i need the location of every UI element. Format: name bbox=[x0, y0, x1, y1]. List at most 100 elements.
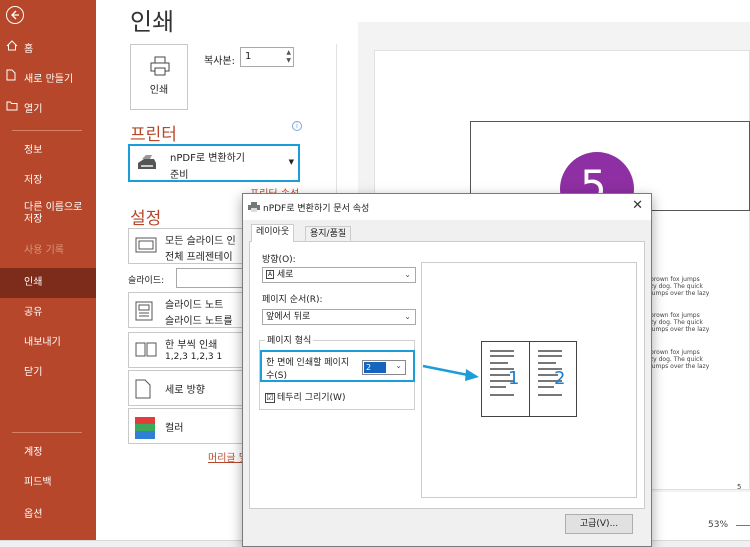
page-title: 인쇄 bbox=[130, 8, 175, 36]
sidebar-item-history: 사용 기록 bbox=[0, 238, 96, 264]
document-properties-dialog: nPDF로 변환하기 문서 속성 ✕ 레이아웃 용지/품질 방향(O): A 세… bbox=[242, 193, 652, 547]
orientation-label: 방향(O): bbox=[262, 255, 296, 265]
preview-page-1: 1 bbox=[508, 368, 520, 389]
home-icon bbox=[6, 36, 18, 62]
preview-line bbox=[538, 355, 562, 357]
two-up-preview-icon: 1 2 bbox=[481, 341, 577, 417]
preview-page-2: 2 bbox=[554, 368, 566, 389]
dialog-titlebar: nPDF로 변환하기 문서 속성 ✕ bbox=[243, 194, 651, 220]
sidebar-item-export[interactable]: 내보내기 bbox=[0, 330, 96, 356]
setting-line1: 모든 슬라이드 인 bbox=[165, 236, 236, 247]
printer-name: nPDF로 변환하기 bbox=[170, 153, 245, 164]
advanced-button[interactable]: 고급(V)... bbox=[565, 514, 633, 534]
orientation-value: 세로 bbox=[276, 270, 294, 280]
dialog-title: nPDF로 변환하기 문서 속성 bbox=[263, 204, 370, 214]
zoom-level[interactable]: 53% bbox=[708, 520, 728, 530]
sidebar-item-label: 저장 bbox=[24, 175, 43, 186]
printer-select[interactable]: nPDF로 변환하기 준비 ▼ bbox=[128, 144, 300, 182]
sidebar-item-save[interactable]: 저장 bbox=[0, 168, 96, 194]
preview-line bbox=[538, 394, 562, 396]
sidebar-item-label: 공유 bbox=[24, 307, 43, 318]
tab-paper-quality[interactable]: 용지/품질 bbox=[305, 226, 352, 242]
preview-page-number: 5 bbox=[737, 483, 742, 491]
pages-per-sheet-highlight: 한 면에 인쇄할 페이지 수(S) 2 ⌄ bbox=[260, 350, 415, 382]
page-order-dropdown[interactable]: 앞에서 뒤로 ⌄ bbox=[262, 309, 416, 325]
preview-line bbox=[538, 350, 562, 352]
preview-line bbox=[490, 362, 508, 364]
preview-spine bbox=[529, 342, 530, 416]
print-button[interactable]: 인쇄 bbox=[130, 44, 188, 110]
pages-per-sheet-dropdown[interactable]: 2 ⌄ bbox=[362, 360, 406, 375]
preview-line bbox=[490, 355, 514, 357]
setting-line1: 세로 방향 bbox=[165, 385, 205, 396]
folder-icon bbox=[6, 96, 18, 122]
printer-icon bbox=[150, 56, 170, 76]
chevron-down-icon: ⌄ bbox=[404, 270, 411, 279]
sidebar-item-options[interactable]: 옵션 bbox=[0, 502, 96, 528]
chevron-down-icon: ⌄ bbox=[404, 312, 411, 321]
pages-per-sheet-label-2: 수(S) bbox=[266, 371, 288, 381]
all-slides-icon bbox=[135, 237, 157, 253]
sidebar-divider bbox=[12, 432, 82, 433]
chevron-down-icon: ▼ bbox=[288, 158, 294, 166]
preview-text-line: jumps over the lazy bbox=[650, 363, 710, 370]
new-document-icon bbox=[6, 66, 18, 92]
preview-line bbox=[538, 386, 554, 388]
notes-page-icon bbox=[135, 301, 153, 321]
sidebar-item-label: 옵션 bbox=[24, 509, 43, 520]
preview-line bbox=[490, 394, 514, 396]
sidebar-item-home[interactable]: 홈 bbox=[0, 36, 96, 62]
sidebar-item-label: 홈 bbox=[24, 44, 34, 55]
orientation-dropdown[interactable]: A 세로 ⌄ bbox=[262, 267, 416, 283]
preview-text-line: jumps over the lazy bbox=[650, 326, 710, 333]
printer-status: 준비 bbox=[170, 170, 189, 181]
setting-line2: 전체 프레젠테이 bbox=[165, 252, 233, 263]
tab-layout[interactable]: 레이아웃 bbox=[251, 224, 295, 242]
sidebar-item-share[interactable]: 공유 bbox=[0, 300, 96, 326]
preview-text-line: zy dog. The quick bbox=[650, 319, 703, 326]
preview-line bbox=[490, 350, 514, 352]
pages-per-sheet-value: 2 bbox=[364, 362, 386, 373]
draw-borders-checkbox[interactable]: ☑ 테두리 그리기(W) bbox=[265, 390, 345, 403]
sidebar-item-label: 다른 이름으로 저장 bbox=[24, 202, 83, 225]
printer-device-icon bbox=[138, 155, 156, 169]
sidebar-item-label: 피드백 bbox=[24, 477, 52, 488]
preview-line bbox=[490, 374, 510, 376]
sidebar-item-new[interactable]: 새로 만들기 bbox=[0, 66, 96, 92]
sidebar-item-feedback[interactable]: 피드백 bbox=[0, 470, 96, 496]
checkbox-checked-icon: ☑ bbox=[265, 392, 275, 403]
setting-line1: 컬러 bbox=[165, 423, 184, 434]
sidebar-item-label: 새로 만들기 bbox=[24, 74, 74, 85]
preview-text-line: brown fox jumps bbox=[650, 276, 700, 283]
sidebar-item-save-as[interactable]: 다른 이름으로 저장 bbox=[0, 202, 90, 228]
preview-text-line: brown fox jumps bbox=[650, 349, 700, 356]
preview-text-line: brown fox jumps bbox=[650, 312, 700, 319]
portrait-icon bbox=[135, 379, 151, 399]
preview-text-line: zy dog. The quick bbox=[650, 283, 703, 290]
draw-borders-label: 테두리 그리기(W) bbox=[277, 393, 346, 403]
sidebar-item-label: 닫기 bbox=[24, 367, 43, 378]
copies-label: 복사본: bbox=[204, 56, 235, 67]
sidebar-item-account[interactable]: 계정 bbox=[0, 440, 96, 466]
copies-input[interactable]: 1 ▲ ▼ bbox=[240, 47, 294, 67]
preview-text-line: jumps over the lazy bbox=[650, 290, 710, 297]
sidebar-item-print[interactable]: 인쇄 bbox=[0, 268, 96, 298]
portrait-small-icon: A bbox=[266, 270, 274, 279]
collated-icon bbox=[135, 342, 157, 357]
sidebar-item-info[interactable]: 정보 bbox=[0, 138, 96, 164]
slides-label: 슬라이드: bbox=[128, 276, 165, 286]
sidebar-item-close[interactable]: 닫기 bbox=[0, 360, 96, 386]
sidebar-item-label: 내보내기 bbox=[24, 337, 61, 348]
close-icon[interactable]: ✕ bbox=[632, 198, 643, 213]
sidebar-item-open[interactable]: 열기 bbox=[0, 96, 96, 122]
preview-text-line: zy dog. The quick bbox=[650, 356, 703, 363]
settings-heading: 설정 bbox=[130, 209, 162, 229]
info-icon[interactable]: i bbox=[292, 121, 302, 131]
printer-heading: 프린터 bbox=[130, 125, 177, 145]
sidebar-item-label: 열기 bbox=[24, 104, 43, 115]
back-arrow-icon[interactable] bbox=[6, 6, 24, 24]
sidebar-divider bbox=[12, 130, 82, 131]
setting-line2: 1,2,3 1,2,3 1 bbox=[165, 352, 223, 362]
zoom-slider[interactable] bbox=[736, 525, 750, 526]
spinner-arrows-icon[interactable]: ▲ ▼ bbox=[286, 49, 291, 65]
